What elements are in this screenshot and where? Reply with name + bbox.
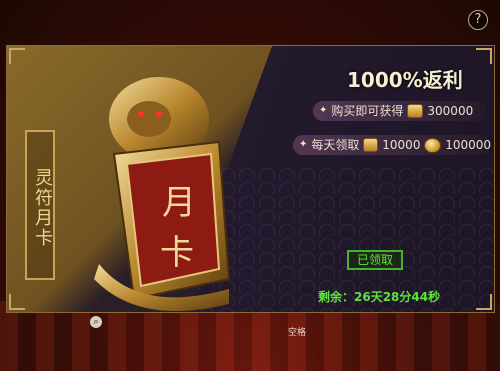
daily-reward-value: 10000 [382, 138, 421, 152]
daily-reward-value-2: 100000 [445, 138, 491, 152]
gold-ingot-icon [407, 104, 424, 118]
emblem-char-2: 卡 [160, 233, 194, 273]
sparkle-icon: ✦ [299, 139, 308, 150]
purchase-reward-value: 300000 [427, 104, 474, 118]
side-title: 灵符月卡 [25, 130, 55, 280]
gold-ingot-icon [363, 138, 379, 152]
sparkle-icon: ✦ [319, 105, 328, 116]
coin-icon [424, 137, 442, 153]
rebate-headline: 1000%返利 [347, 68, 463, 92]
claimed-button[interactable]: 已领取 [347, 250, 403, 270]
corner-ornament [9, 294, 25, 310]
purchase-reward-label: 购买即可获得 [331, 104, 404, 118]
corner-ornament [476, 48, 492, 64]
space-key-hint: 空格 [288, 328, 307, 338]
corner-ornament [476, 294, 492, 310]
daily-reward-row: ✦ 每天领取 10000 100000 [293, 135, 491, 155]
purchase-reward-row: ✦ 购买即可获得 300000 [313, 101, 487, 121]
daily-reward-label: 每天领取 [311, 138, 360, 152]
search-icon[interactable]: ⌕ [90, 316, 102, 328]
help-button[interactable]: ? [468, 10, 488, 30]
remaining-time: 剩余：26天28分44秒 [318, 290, 441, 304]
lion-emblem-icon: 月 卡 [94, 77, 231, 312]
corner-ornament [9, 48, 25, 64]
emblem-char-1: 月 [162, 183, 196, 223]
monthly-card-panel: 灵符月卡 月 卡 1000%返利 ✦ 购买即可获得 300000 ✦ 每天领取 … [6, 45, 495, 313]
